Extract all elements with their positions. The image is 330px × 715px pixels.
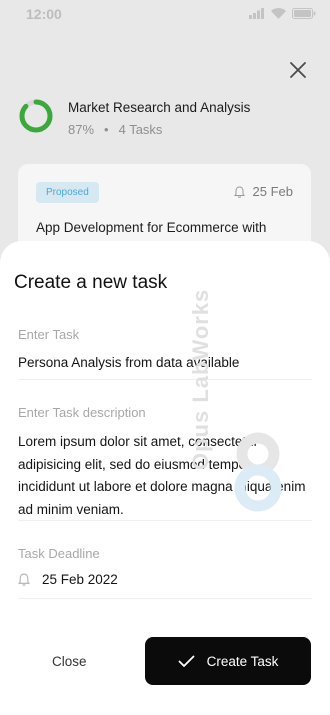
deadline-picker[interactable]: 25 Feb 2022 — [18, 572, 118, 587]
project-header: Market Research and Analysis 87% • 4 Tasks — [18, 98, 318, 138]
divider — [18, 598, 312, 599]
project-meta: 87% • 4 Tasks — [68, 122, 162, 137]
meta-separator: • — [104, 122, 109, 137]
cellular-signal-icon — [249, 8, 264, 19]
watermark-logo-icon — [234, 432, 282, 512]
divider — [18, 379, 312, 380]
task-card-title: App Development for Ecommerce with — [36, 220, 267, 235]
project-title: Market Research and Analysis — [68, 100, 251, 115]
project-progress: 87% — [68, 122, 95, 137]
wifi-icon — [271, 8, 286, 19]
status-bar: 12:00 — [0, 0, 330, 30]
description-field-label: Enter Task description — [18, 405, 146, 420]
close-icon[interactable] — [288, 60, 308, 80]
bell-icon — [18, 573, 30, 586]
battery-icon — [292, 8, 316, 19]
progress-ring-icon — [19, 99, 53, 133]
sheet-title: Create a new task — [14, 272, 168, 293]
close-button[interactable]: Close — [52, 654, 87, 669]
status-icons — [249, 8, 316, 19]
create-task-button-label: Create Task — [206, 653, 279, 669]
task-card-date: 25 Feb — [233, 184, 293, 199]
divider — [18, 520, 312, 521]
task-field-label: Enter Task — [18, 327, 80, 342]
status-time: 12:00 — [26, 6, 62, 22]
deadline-value: 25 Feb 2022 — [42, 572, 118, 587]
bell-icon — [233, 185, 245, 198]
checkmark-icon — [178, 655, 194, 667]
task-card-date-text: 25 Feb — [252, 184, 293, 199]
deadline-field-label: Task Deadline — [18, 546, 100, 561]
create-task-button[interactable]: Create Task — [145, 637, 311, 685]
status-badge: Proposed — [36, 182, 99, 203]
watermark-text: Opus LabWorks — [188, 288, 213, 470]
project-task-count: 4 Tasks — [118, 122, 163, 137]
